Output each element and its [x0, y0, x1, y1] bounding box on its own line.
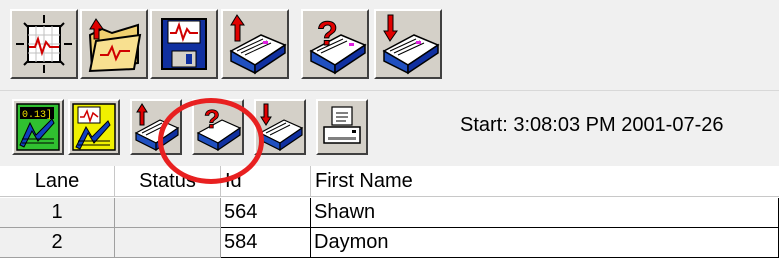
cell-lane: 1: [0, 198, 115, 228]
floppy-disk-icon: [161, 18, 207, 70]
open-folder-icon: [88, 18, 142, 73]
card-file-download-icon: [382, 14, 440, 75]
monitor-button[interactable]: [10, 9, 78, 79]
grid-header: Lane Status Id First Name: [0, 166, 779, 198]
column-header-lane[interactable]: Lane: [0, 166, 115, 197]
svg-text:?: ?: [317, 15, 338, 53]
timer-results-button[interactable]: 0.13]: [12, 99, 64, 155]
card-file-upload-icon: [229, 14, 287, 75]
toolbar-divider: [0, 90, 779, 91]
cell-id[interactable]: 584: [221, 228, 311, 258]
card-file-query-icon: ?: [309, 15, 367, 75]
results-chart-icon: [72, 103, 116, 151]
cell-first-name[interactable]: Daymon: [311, 228, 779, 258]
monitor-chart-icon: [16, 15, 72, 73]
start-time-label: Start: 3:08:03 PM 2001-07-26: [460, 114, 724, 136]
results-chart-button[interactable]: [68, 99, 120, 155]
cell-id[interactable]: 564: [221, 198, 311, 228]
svg-text:0.13]: 0.13]: [22, 109, 52, 121]
cell-status: [115, 198, 221, 228]
timer-results-icon: 0.13]: [16, 103, 60, 151]
table-row[interactable]: 2 584 Daymon: [0, 228, 779, 258]
cell-first-name[interactable]: Shawn: [311, 198, 779, 228]
upload-cards-button[interactable]: [221, 9, 289, 79]
column-header-first-name[interactable]: First Name: [311, 166, 779, 197]
print-button[interactable]: [316, 99, 368, 155]
table-row[interactable]: 1 564 Shawn: [0, 198, 779, 228]
download-cards-button[interactable]: [374, 9, 442, 79]
open-button[interactable]: [80, 9, 148, 79]
results-grid: Lane Status Id First Name 1 564 Shawn 2 …: [0, 166, 779, 261]
highlight-circle: [158, 98, 264, 184]
save-button[interactable]: [150, 9, 218, 79]
printer-icon: [323, 106, 361, 144]
query-cards-button[interactable]: ?: [301, 9, 369, 79]
cell-status: [115, 228, 221, 258]
main-toolbar: ?: [0, 0, 779, 90]
cell-lane: 2: [0, 228, 115, 258]
